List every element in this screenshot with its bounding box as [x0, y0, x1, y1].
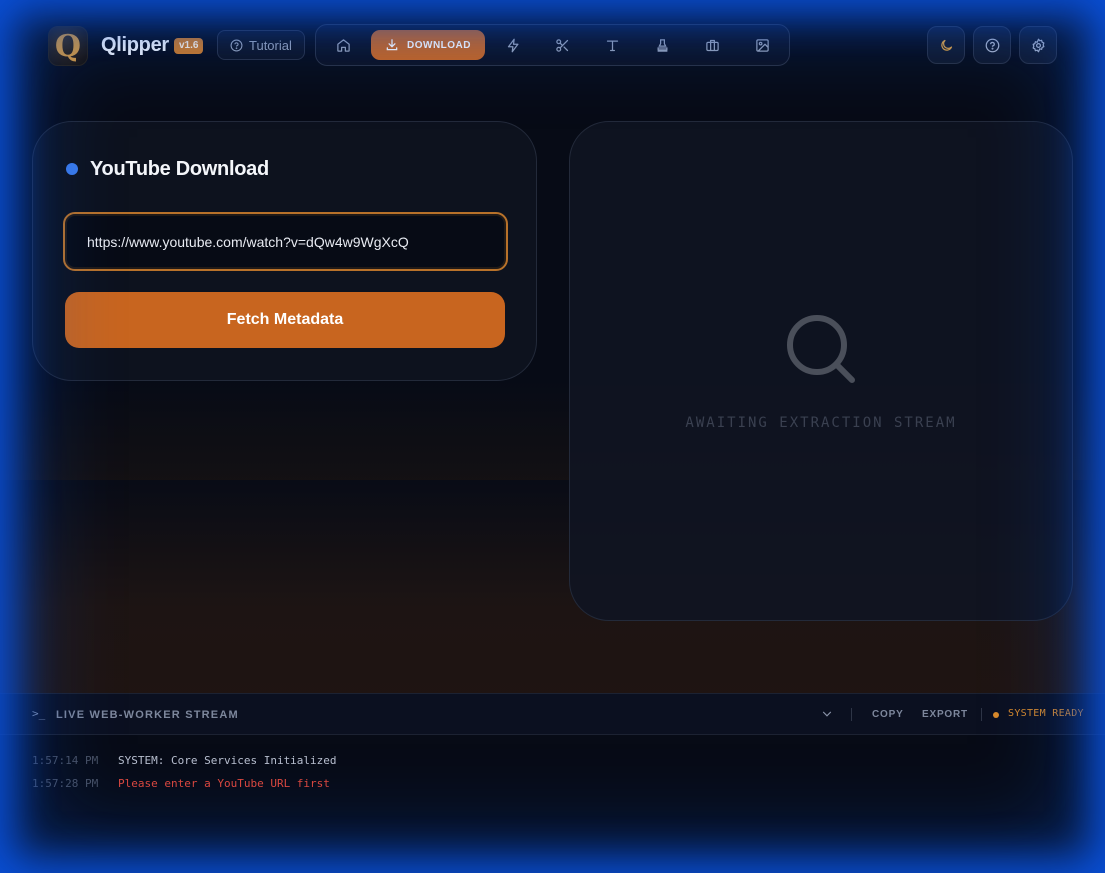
image-icon [755, 38, 769, 52]
search-icon [787, 315, 855, 383]
chevron-down-icon[interactable] [820, 707, 834, 721]
nav-image[interactable] [742, 30, 782, 60]
nav-bolt[interactable] [493, 30, 533, 60]
log-message-error: Please enter a YouTube URL first [118, 777, 330, 790]
divider [851, 708, 852, 721]
tutorial-button[interactable]: Tutorial [217, 30, 305, 60]
text-icon [606, 40, 618, 51]
awaiting-text: AWAITING EXTRACTION STREAM [685, 415, 957, 431]
home-icon [336, 38, 350, 52]
help-icon [985, 38, 999, 52]
logo-letter: Q [54, 28, 82, 64]
log-time: 1:57:28 PM [32, 777, 99, 790]
scissors-icon [555, 38, 568, 52]
settings-button[interactable] [1019, 26, 1057, 64]
copy-button[interactable]: COPY [872, 709, 904, 720]
system-status: SYSTEM READY [1008, 708, 1084, 719]
gear-icon [1032, 38, 1044, 52]
card-title: YouTube Download [90, 158, 269, 180]
help-button[interactable] [973, 26, 1011, 64]
app-logo[interactable]: Q [48, 26, 88, 66]
log-message: SYSTEM: Core Services Initialized [118, 754, 337, 767]
version-badge: v1.6 [174, 38, 204, 54]
youtube-url-input[interactable] [63, 212, 508, 271]
top-header: Q Qlipper v1.6 Tutorial DOWNLOAD [48, 24, 1065, 66]
theme-toggle-button[interactable] [927, 26, 965, 64]
fetch-metadata-button[interactable]: Fetch Metadata [65, 292, 505, 348]
help-circle-icon [230, 39, 243, 51]
tutorial-label: Tutorial [249, 37, 292, 53]
bolt-icon [507, 38, 518, 52]
status-indicator [993, 712, 999, 718]
preview-panel: AWAITING EXTRACTION STREAM [569, 121, 1073, 621]
moon-icon [940, 39, 952, 51]
briefcase-icon [705, 39, 719, 51]
console-toolbar: >_ LIVE WEB-WORKER STREAM COPY EXPORT SY… [0, 694, 1105, 735]
nav-download-label: DOWNLOAD [407, 39, 471, 51]
log-entry: 1:57:28 PM Please enter a YouTube URL fir… [32, 777, 330, 790]
log-entry: 1:57:14 PM SYSTEM: Core Services Initiali… [32, 754, 337, 767]
nav-briefcase[interactable] [692, 30, 732, 60]
status-dot [66, 163, 78, 175]
nav-download[interactable]: DOWNLOAD [371, 30, 485, 60]
tool-nav: DOWNLOAD [315, 24, 790, 66]
divider [981, 708, 982, 721]
brand-name: Qlipper [101, 34, 169, 56]
export-button[interactable]: EXPORT [922, 709, 968, 720]
console-panel: >_ LIVE WEB-WORKER STREAM COPY EXPORT SY… [0, 693, 1105, 873]
stamp-icon [657, 38, 667, 52]
console-title: LIVE WEB-WORKER STREAM [56, 709, 239, 721]
terminal-icon: >_ [32, 707, 46, 720]
nav-home[interactable] [323, 30, 363, 60]
download-icon [386, 39, 398, 51]
nav-stamp[interactable] [642, 30, 682, 60]
youtube-download-card: YouTube Download Fetch Metadata [32, 121, 537, 381]
log-time: 1:57:14 PM [32, 754, 99, 767]
nav-scissors[interactable] [542, 30, 582, 60]
nav-text[interactable] [592, 30, 632, 60]
